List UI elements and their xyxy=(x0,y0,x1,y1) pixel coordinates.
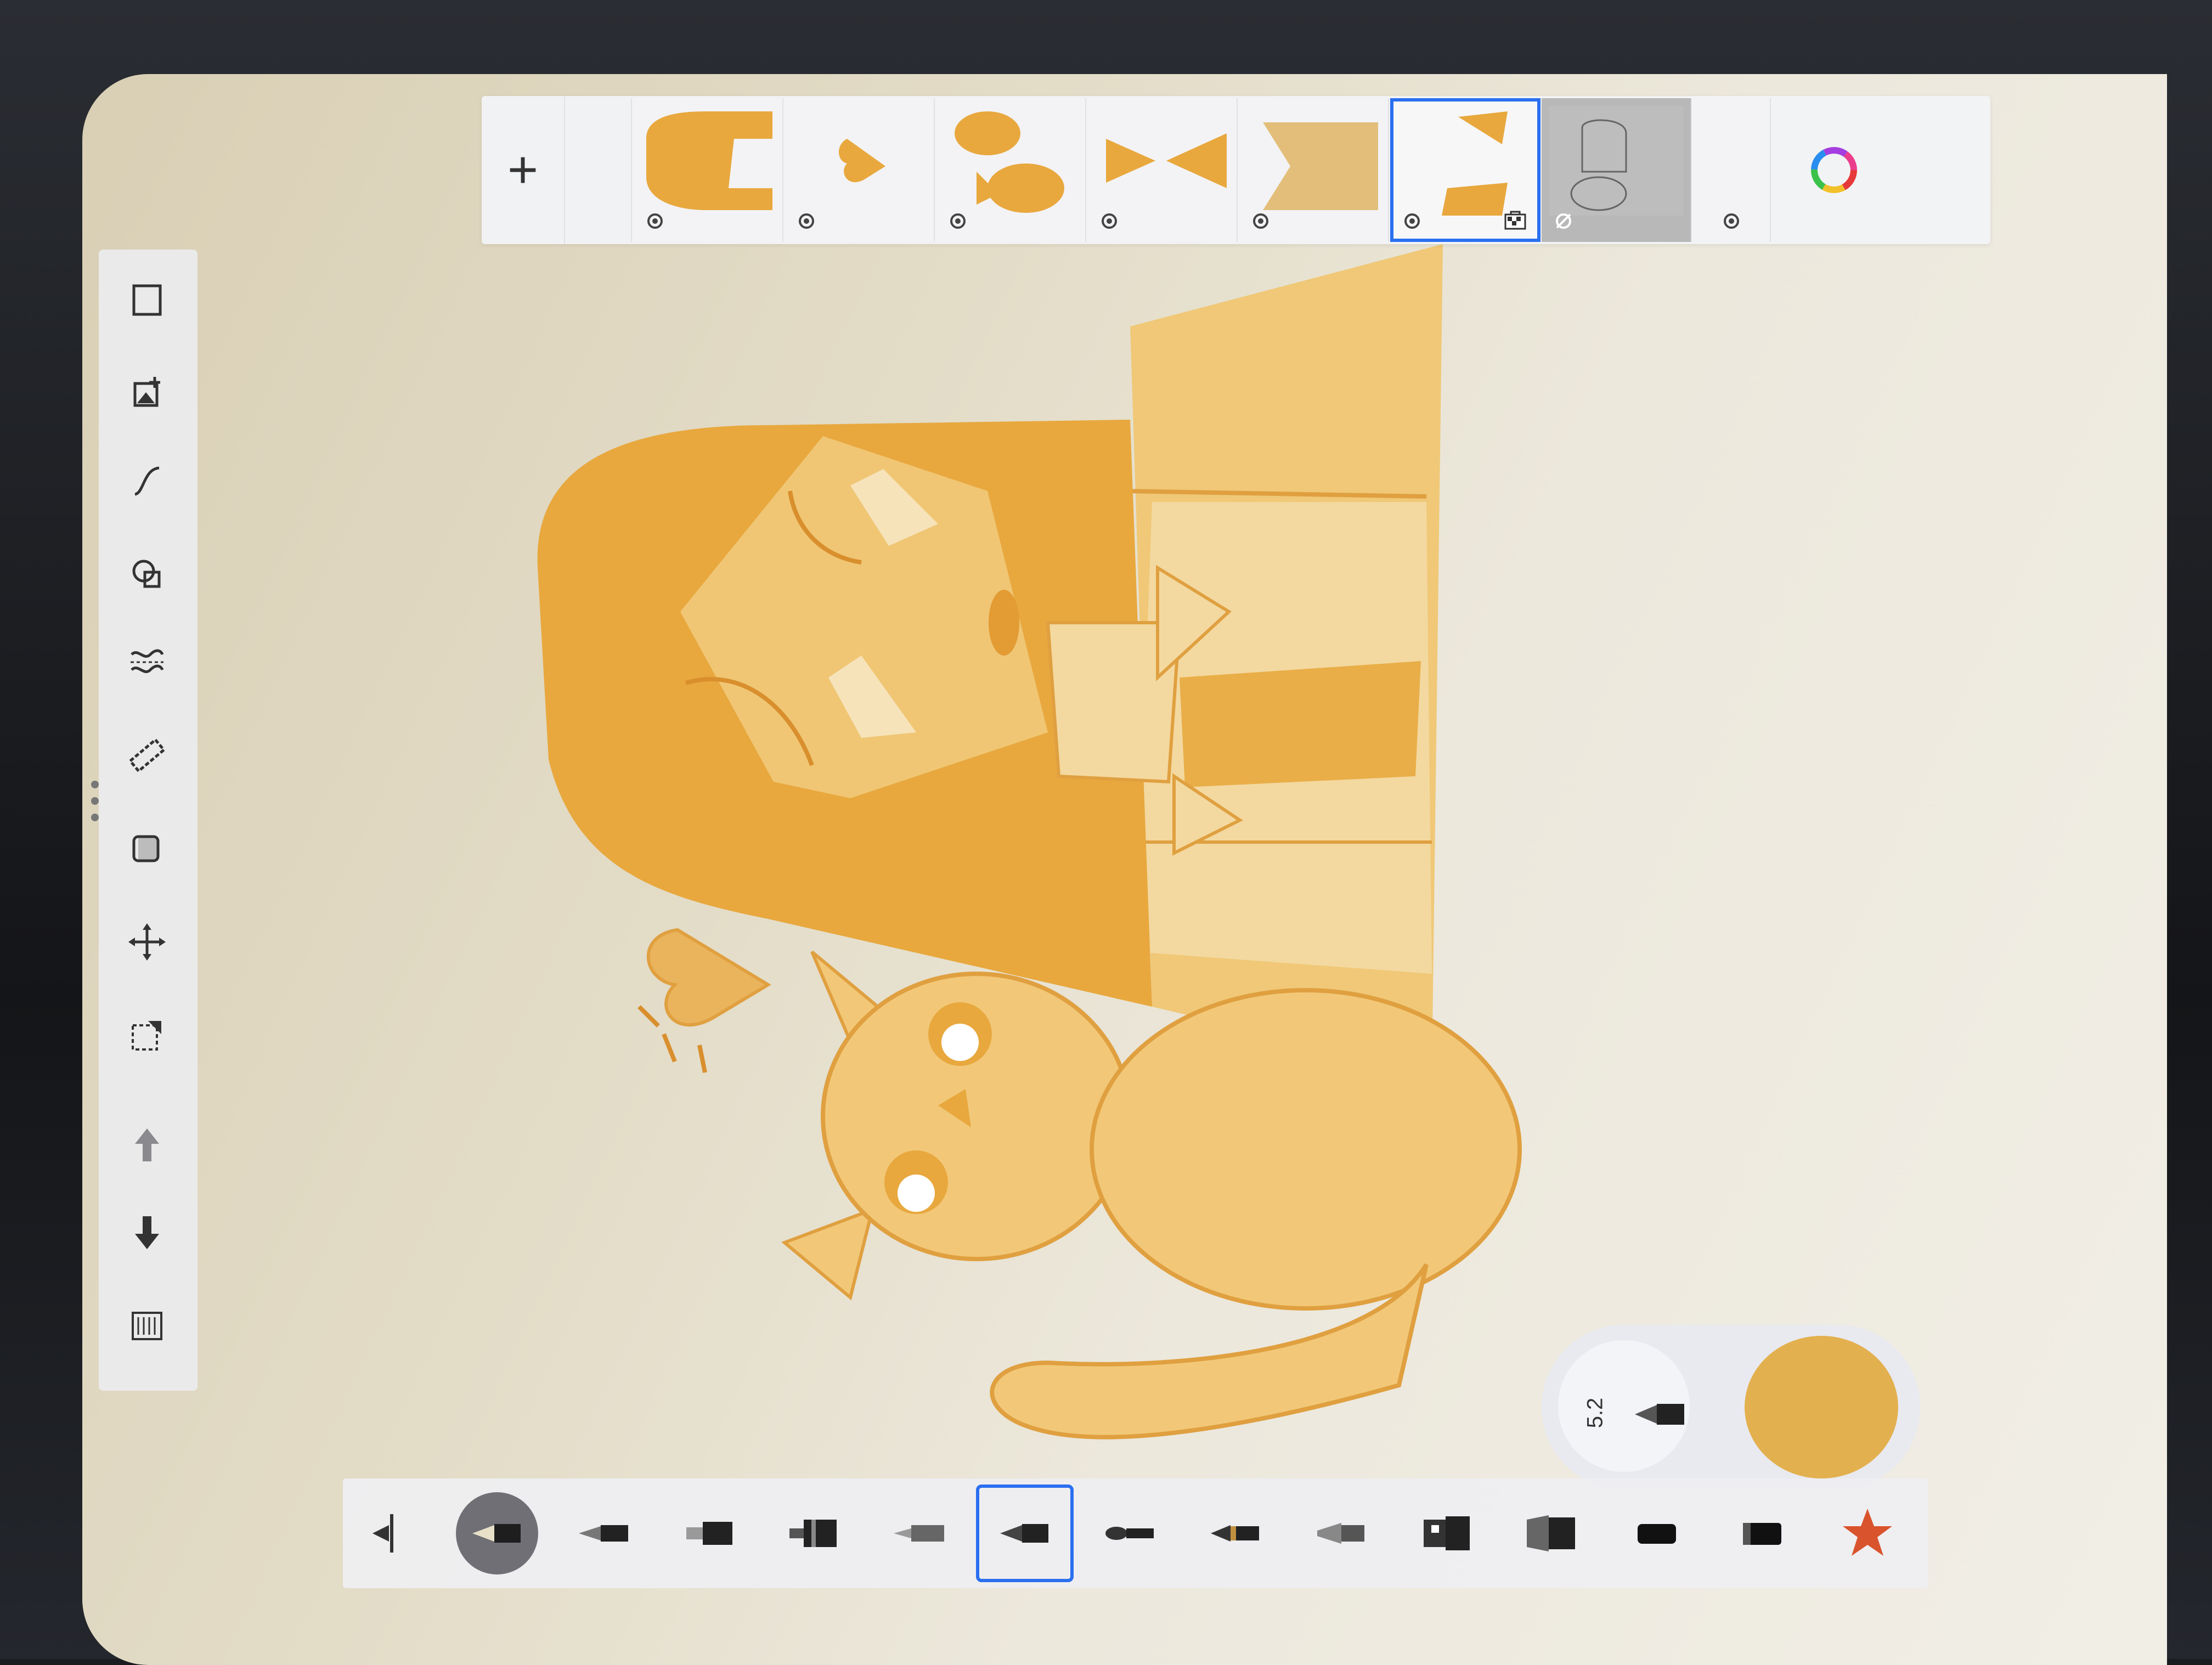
add-image-tool[interactable] xyxy=(119,365,176,422)
chisel-marker-icon xyxy=(1424,1516,1470,1550)
visibility-eye-icon[interactable] xyxy=(1401,210,1423,232)
brush-library-bar xyxy=(343,1478,1928,1588)
visibility-eye-icon[interactable] xyxy=(1250,210,1272,232)
selection-tool[interactable] xyxy=(119,1007,176,1064)
layer-shirt[interactable] xyxy=(1239,98,1389,242)
marker-icon xyxy=(686,1522,732,1545)
layer-background[interactable] xyxy=(1693,98,1771,242)
layer-collar-thumbnail xyxy=(1106,133,1227,188)
add-image-icon xyxy=(133,377,160,407)
layer-heart[interactable] xyxy=(785,98,935,242)
ink-pen-icon xyxy=(789,1520,837,1547)
cat xyxy=(781,950,1522,1440)
symmetry-icon xyxy=(131,649,164,673)
layer-sketch[interactable] xyxy=(1542,98,1692,242)
brush-library-button[interactable] xyxy=(119,1297,176,1354)
flat-brush[interactable] xyxy=(1292,1485,1390,1582)
canvas-icon xyxy=(132,284,162,316)
visibility-eye-icon[interactable] xyxy=(1720,210,1742,232)
ruler-icon xyxy=(128,738,166,773)
ruler-tool[interactable] xyxy=(119,727,176,784)
transform-tool[interactable] xyxy=(119,913,176,970)
layer-heart-thumbnail xyxy=(839,139,885,183)
wide-marker-icon xyxy=(1527,1515,1575,1551)
pencil-icon xyxy=(579,1525,628,1542)
layer-cat[interactable] xyxy=(936,98,1086,242)
fill-tool[interactable] xyxy=(119,820,176,877)
curve-tool[interactable] xyxy=(119,453,176,510)
felt-tip-brush[interactable] xyxy=(1713,1485,1811,1582)
layer-spacer xyxy=(565,98,632,242)
heart xyxy=(637,928,771,1073)
visibility-eye-icon[interactable] xyxy=(1098,210,1120,232)
favorite-star-icon xyxy=(1843,1509,1892,1556)
add-layer-button[interactable]: + xyxy=(482,96,565,244)
visibility-eye-icon[interactable] xyxy=(947,210,969,232)
round-brush-icon xyxy=(1211,1525,1259,1542)
layer-hair-thumbnail xyxy=(646,111,772,210)
shape-icon xyxy=(132,560,161,588)
layer-cat-thumbnail xyxy=(955,111,1064,213)
visibility-eye-icon[interactable] xyxy=(644,210,666,232)
layer-collar[interactable] xyxy=(1087,98,1238,242)
airbrush-brush[interactable] xyxy=(871,1485,968,1582)
brush-puck[interactable]: 5.2 xyxy=(1542,1325,1920,1489)
hidden-eye-icon[interactable] xyxy=(1553,210,1575,232)
current-brush-button[interactable] xyxy=(456,1492,538,1574)
transform-icon xyxy=(128,923,166,961)
app-screen: + 5.2 xyxy=(82,74,2167,1665)
airbrush-icon xyxy=(894,1525,944,1542)
redo-icon xyxy=(135,1216,159,1249)
brush-size-control[interactable]: 5.2 xyxy=(1558,1340,1690,1472)
left-toolbar xyxy=(99,250,198,1391)
undo-button[interactable] xyxy=(119,1116,176,1173)
visibility-eye-icon[interactable] xyxy=(795,210,817,232)
add-layer-label: + xyxy=(507,140,539,199)
fountain-pen-brush[interactable] xyxy=(976,1485,1074,1582)
layers-panel: + xyxy=(482,96,1990,244)
layer-jacket-thumbnail xyxy=(1442,111,1508,216)
round-brush[interactable] xyxy=(1187,1485,1284,1582)
brush-size-value: 5.2 xyxy=(1583,1397,1607,1429)
brush-settings-icon xyxy=(373,1514,393,1553)
layer-shirt-thumbnail xyxy=(1263,122,1378,210)
marker-brush[interactable] xyxy=(660,1485,758,1582)
paintbrush-icon xyxy=(1105,1527,1154,1540)
fill-icon xyxy=(132,835,160,862)
brush-settings-button[interactable] xyxy=(343,1485,441,1582)
ink-pen-brush[interactable] xyxy=(765,1485,863,1582)
undo-icon xyxy=(135,1128,159,1161)
color-swatch[interactable] xyxy=(1745,1336,1898,1478)
felt-tip-icon xyxy=(1743,1523,1781,1545)
favorite-brush[interactable] xyxy=(1819,1485,1916,1582)
wide-marker-brush[interactable] xyxy=(1503,1485,1600,1582)
curve-icon xyxy=(134,466,160,496)
layer-hair[interactable] xyxy=(633,98,783,242)
canvas-tool[interactable] xyxy=(119,272,176,329)
toolbar-drag-handle[interactable] xyxy=(87,776,103,826)
selection-icon xyxy=(132,1021,161,1051)
flat-brush-icon xyxy=(1317,1523,1364,1544)
block-marker-brush[interactable] xyxy=(1608,1485,1706,1582)
paintbrush-brush[interactable] xyxy=(1081,1485,1179,1582)
fountain-pen-icon xyxy=(1000,1524,1048,1543)
redo-button[interactable] xyxy=(119,1204,176,1261)
current-brush-icon xyxy=(472,1524,521,1543)
color-wheel-button[interactable] xyxy=(1771,98,1897,242)
layer-jacket[interactable] xyxy=(1390,98,1541,242)
fountain-pen-icon xyxy=(1635,1404,1684,1425)
pencil-brush[interactable] xyxy=(555,1485,652,1582)
color-wheel-icon xyxy=(1811,147,1857,193)
symmetry-tool[interactable] xyxy=(119,634,176,691)
lock-transparency-icon[interactable] xyxy=(1503,209,1527,231)
block-marker-icon xyxy=(1638,1524,1676,1544)
brush-library-icon xyxy=(132,1312,162,1340)
shape-tool[interactable] xyxy=(119,546,176,603)
layer-sketch-thumbnail xyxy=(1549,106,1683,216)
chisel-marker-brush[interactable] xyxy=(1397,1485,1495,1582)
